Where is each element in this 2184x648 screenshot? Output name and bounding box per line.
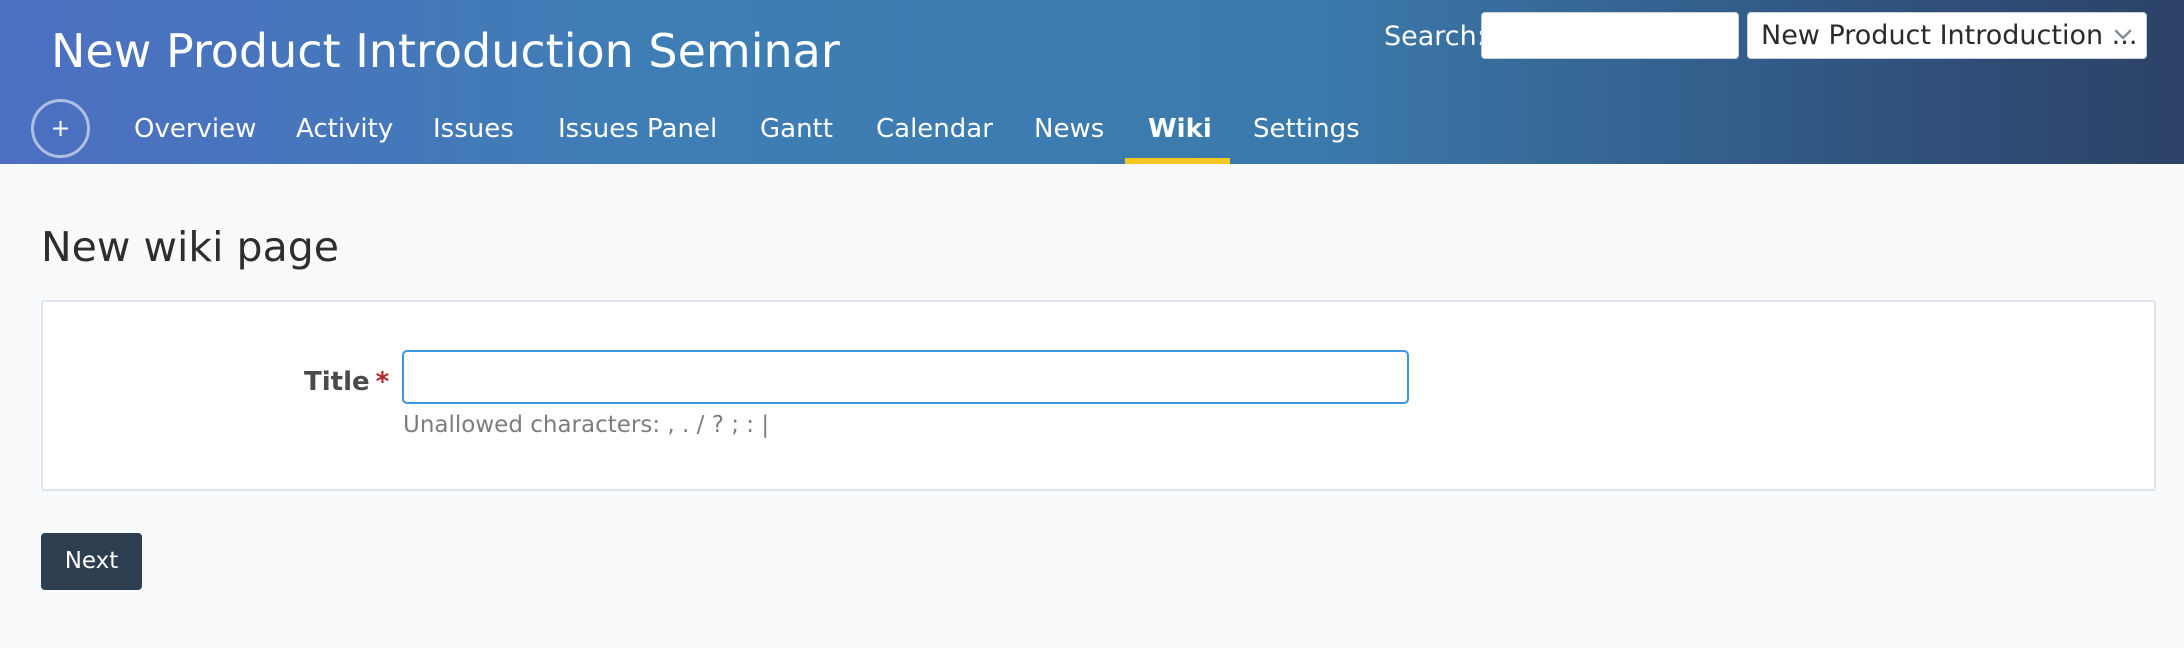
title-field-label: Title * [304,364,389,400]
project-jump-select[interactable]: New Product Introduction ... [1747,12,2147,59]
project-select-value: New Product Introduction ... [1761,20,2138,51]
tab-news[interactable]: News [1034,112,1104,146]
active-tab-indicator [1125,158,1230,164]
top-header: New Product Introduction Seminar Search:… [0,0,2184,164]
tab-calendar[interactable]: Calendar [876,112,993,146]
add-new-button[interactable]: + [31,99,90,158]
tab-wiki[interactable]: Wiki [1148,112,1212,146]
title-hint: Unallowed characters: , . / ? ; : | [403,412,770,438]
title-label-text: Title [304,367,370,397]
search-label: Search: [1384,21,1486,52]
next-button[interactable]: Next [41,533,142,590]
required-marker: * [375,367,390,397]
tab-issues-panel[interactable]: Issues Panel [558,112,717,146]
page-title: New wiki page [41,223,339,271]
tab-settings[interactable]: Settings [1253,112,1360,146]
search-input[interactable] [1481,12,1739,59]
tab-overview[interactable]: Overview [134,112,256,146]
title-input[interactable] [402,350,1409,404]
chevron-down-icon [2114,29,2132,40]
tab-activity[interactable]: Activity [296,112,393,146]
tab-issues[interactable]: Issues [433,112,514,146]
project-title[interactable]: New Product Introduction Seminar [51,20,840,82]
tab-gantt[interactable]: Gantt [760,112,833,146]
